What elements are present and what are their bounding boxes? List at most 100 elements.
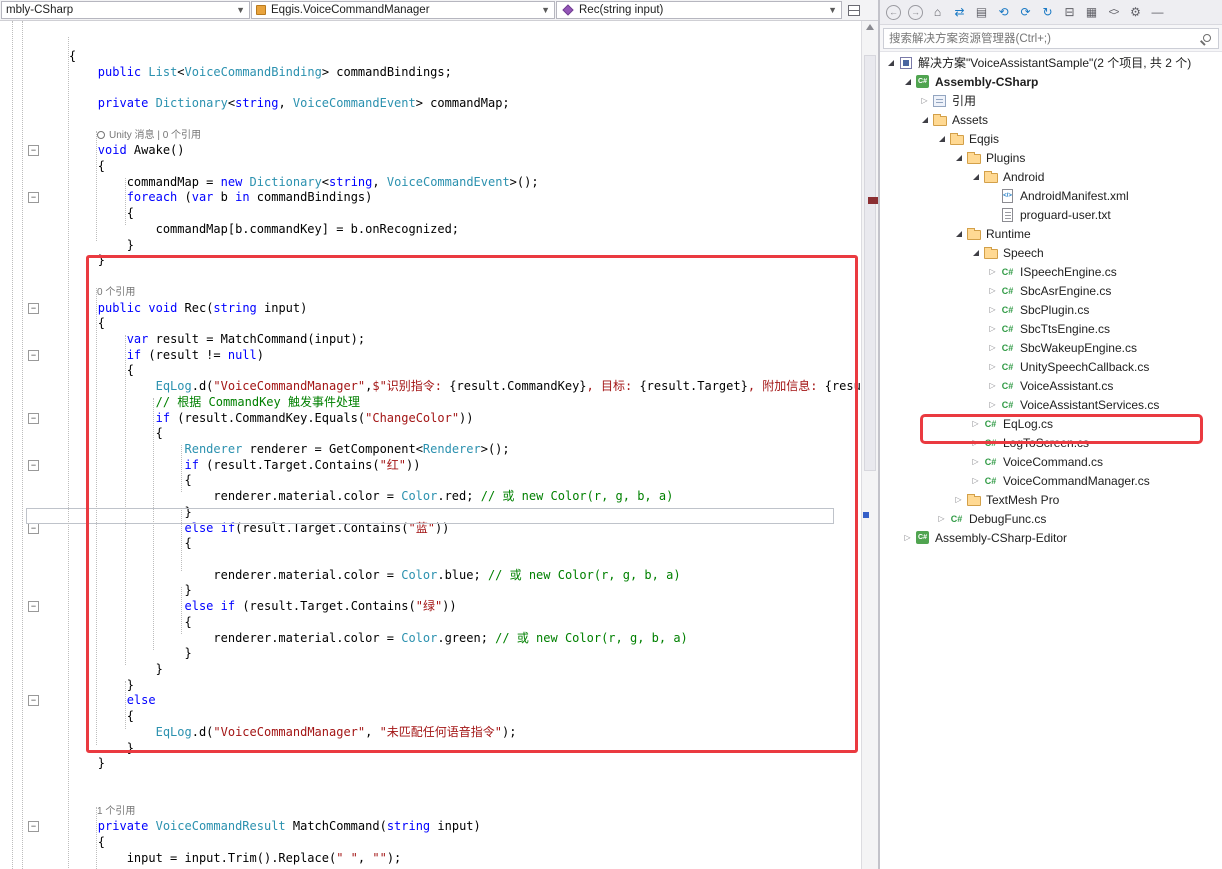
collapse-arrow-icon[interactable] bbox=[952, 231, 965, 237]
tree-item-assembly-csharp-editor[interactable]: ▷C#Assembly-CSharp-Editor bbox=[880, 528, 1222, 547]
fold-collapse-icon[interactable]: − bbox=[28, 523, 39, 534]
fold-collapse-icon[interactable]: − bbox=[28, 413, 39, 424]
indent-guide bbox=[22, 21, 23, 869]
code-line[interactable]: { bbox=[0, 206, 861, 222]
tree-item-android[interactable]: Android bbox=[880, 167, 1222, 186]
collapse-arrow-icon[interactable] bbox=[969, 250, 982, 256]
expand-arrow-icon[interactable]: ▷ bbox=[986, 325, 999, 333]
fold-collapse-icon[interactable]: − bbox=[28, 192, 39, 203]
codelens-line[interactable]: 1 个引用 bbox=[0, 804, 861, 820]
forward-icon[interactable]: → bbox=[905, 3, 926, 22]
sync-active-document-icon[interactable]: ⇄ bbox=[949, 3, 970, 22]
tree-item-[interactable]: ▷引用 bbox=[880, 91, 1222, 110]
tree-item-sbcplugin-cs[interactable]: ▷C#SbcPlugin.cs bbox=[880, 300, 1222, 319]
expand-arrow-icon[interactable]: ▷ bbox=[986, 287, 999, 295]
refresh-icon[interactable]: ↻ bbox=[1037, 3, 1058, 22]
scrollbar-up-arrow-icon[interactable] bbox=[866, 24, 874, 30]
code-editor[interactable]: { public List<VoiceCommandBinding> comma… bbox=[0, 21, 861, 869]
tree-item-speech[interactable]: Speech bbox=[880, 243, 1222, 262]
code-line[interactable] bbox=[0, 772, 861, 788]
code-line[interactable] bbox=[0, 788, 861, 804]
preview-selected-items-icon[interactable]: ▤ bbox=[971, 3, 992, 22]
pending-changes-icon[interactable]: ⟲ bbox=[993, 3, 1014, 22]
solution-tree: 解决方案"VoiceAssistantSample"(2 个项目, 共 2 个)… bbox=[880, 53, 1222, 869]
fold-collapse-icon[interactable]: − bbox=[28, 695, 39, 706]
expand-arrow-icon[interactable]: ▷ bbox=[901, 534, 914, 542]
solution-explorer-search-input[interactable] bbox=[883, 28, 1219, 49]
expand-arrow-icon[interactable]: ▷ bbox=[918, 97, 931, 105]
tree-item-assets[interactable]: Assets bbox=[880, 110, 1222, 129]
expand-arrow-icon[interactable]: ▷ bbox=[986, 306, 999, 314]
wrench-icon[interactable]: ⚙ bbox=[1125, 3, 1146, 22]
tree-item-voiceassistantservices-cs[interactable]: ▷C#VoiceAssistantServices.cs bbox=[880, 395, 1222, 414]
project-dropdown[interactable]: mbly-CSharp ▼ bbox=[1, 1, 250, 19]
pin-icon[interactable]: — bbox=[1147, 3, 1168, 22]
fold-collapse-icon[interactable]: − bbox=[28, 821, 39, 832]
tree-item-voiceassistant-cs[interactable]: ▷C#VoiceAssistant.cs bbox=[880, 376, 1222, 395]
tree-item-sbcttsengine-cs[interactable]: ▷C#SbcTtsEngine.cs bbox=[880, 319, 1222, 338]
tree-item-sbcasrengine-cs[interactable]: ▷C#SbcAsrEngine.cs bbox=[880, 281, 1222, 300]
code-line[interactable]: } bbox=[0, 238, 861, 254]
tree-item-assembly-csharp[interactable]: C#Assembly-CSharp bbox=[880, 72, 1222, 91]
split-editor-button[interactable] bbox=[844, 1, 864, 19]
code-line[interactable] bbox=[0, 112, 861, 128]
collapse-arrow-icon[interactable] bbox=[969, 174, 982, 180]
member-dropdown[interactable]: Rec(string input) ▼ bbox=[556, 1, 842, 19]
fold-collapse-icon[interactable]: − bbox=[28, 303, 39, 314]
tree-item-debugfunc-cs[interactable]: ▷C#DebugFunc.cs bbox=[880, 509, 1222, 528]
expand-arrow-icon[interactable]: ▷ bbox=[935, 515, 948, 523]
tree-item-runtime[interactable]: Runtime bbox=[880, 224, 1222, 243]
code-line[interactable]: public List<VoiceCommandBinding> command… bbox=[0, 65, 861, 81]
code-line[interactable]: { bbox=[0, 835, 861, 851]
code-line[interactable]: { bbox=[0, 159, 861, 175]
type-dropdown[interactable]: Eqgis.VoiceCommandManager ▼ bbox=[251, 1, 555, 19]
code-line[interactable]: commandMap = new Dictionary<string, Voic… bbox=[0, 175, 861, 191]
tree-item-eqgis[interactable]: Eqgis bbox=[880, 129, 1222, 148]
expand-arrow-icon[interactable]: ▷ bbox=[986, 363, 999, 371]
fold-collapse-icon[interactable]: − bbox=[28, 145, 39, 156]
collapse-arrow-icon[interactable] bbox=[952, 155, 965, 161]
tree-item-voiceassistantsample-2-2[interactable]: 解决方案"VoiceAssistantSample"(2 个项目, 共 2 个) bbox=[880, 53, 1222, 72]
tree-item-plugins[interactable]: Plugins bbox=[880, 148, 1222, 167]
expand-arrow-icon[interactable]: ▷ bbox=[986, 268, 999, 276]
code-line[interactable]: − private VoiceCommandResult MatchComman… bbox=[0, 819, 861, 835]
show-all-files-icon[interactable]: ▦ bbox=[1081, 3, 1102, 22]
expand-arrow-icon[interactable]: ▷ bbox=[952, 496, 965, 504]
editor-vertical-scrollbar[interactable] bbox=[861, 21, 878, 869]
home-icon[interactable]: ⌂ bbox=[927, 3, 948, 22]
scrollbar-thumb[interactable] bbox=[864, 55, 876, 471]
collapse-arrow-icon[interactable] bbox=[901, 79, 914, 85]
code-line[interactable]: − void Awake() bbox=[0, 143, 861, 159]
collapse-arrow-icon[interactable] bbox=[918, 117, 931, 123]
expand-arrow-icon[interactable]: ▷ bbox=[986, 382, 999, 390]
collapse-arrow-icon[interactable] bbox=[884, 60, 897, 66]
tree-item-androidmanifest-xml[interactable]: </>AndroidManifest.xml bbox=[880, 186, 1222, 205]
fold-collapse-icon[interactable]: − bbox=[28, 601, 39, 612]
tree-item-textmesh-pro[interactable]: ▷TextMesh Pro bbox=[880, 490, 1222, 509]
code-line[interactable]: } bbox=[0, 756, 861, 772]
tree-item-proguard-user-txt[interactable]: proguard-user.txt bbox=[880, 205, 1222, 224]
tree-item-ispeechengine-cs[interactable]: ▷C#ISpeechEngine.cs bbox=[880, 262, 1222, 281]
code-line[interactable] bbox=[0, 80, 861, 96]
codelens-line[interactable]: Unity 消息 | 0 个引用 bbox=[0, 128, 861, 144]
code-line[interactable]: − foreach (var b in commandBindings) bbox=[0, 190, 861, 206]
expand-arrow-icon[interactable]: ▷ bbox=[986, 401, 999, 409]
tree-item-sbcwakeupengine-cs[interactable]: ▷C#SbcWakeupEngine.cs bbox=[880, 338, 1222, 357]
code-line[interactable]: input = input.Trim().Replace(" ", ""); bbox=[0, 851, 861, 867]
collapse-all-icon[interactable]: ⊟ bbox=[1059, 3, 1080, 22]
sync-icon[interactable]: ⟳ bbox=[1015, 3, 1036, 22]
code-line[interactable]: commandMap[b.commandKey] = b.onRecognize… bbox=[0, 222, 861, 238]
tree-item-voicecommandmanager-cs[interactable]: ▷C#VoiceCommandManager.cs bbox=[880, 471, 1222, 490]
code-line[interactable]: private Dictionary<string, VoiceCommandE… bbox=[0, 96, 861, 112]
fold-collapse-icon[interactable]: − bbox=[28, 350, 39, 361]
back-icon[interactable]: ← bbox=[883, 3, 904, 22]
expand-arrow-icon[interactable]: ▷ bbox=[986, 344, 999, 352]
code-line[interactable]: { bbox=[0, 49, 861, 65]
collapse-arrow-icon[interactable] bbox=[935, 136, 948, 142]
expand-arrow-icon[interactable]: ▷ bbox=[969, 458, 982, 466]
tree-item-unityspeechcallback-cs[interactable]: ▷C#UnitySpeechCallback.cs bbox=[880, 357, 1222, 376]
fold-collapse-icon[interactable]: − bbox=[28, 460, 39, 471]
expand-arrow-icon[interactable]: ▷ bbox=[969, 477, 982, 485]
tree-item-voicecommand-cs[interactable]: ▷C#VoiceCommand.cs bbox=[880, 452, 1222, 471]
code-view-icon[interactable]: <> bbox=[1103, 3, 1124, 22]
